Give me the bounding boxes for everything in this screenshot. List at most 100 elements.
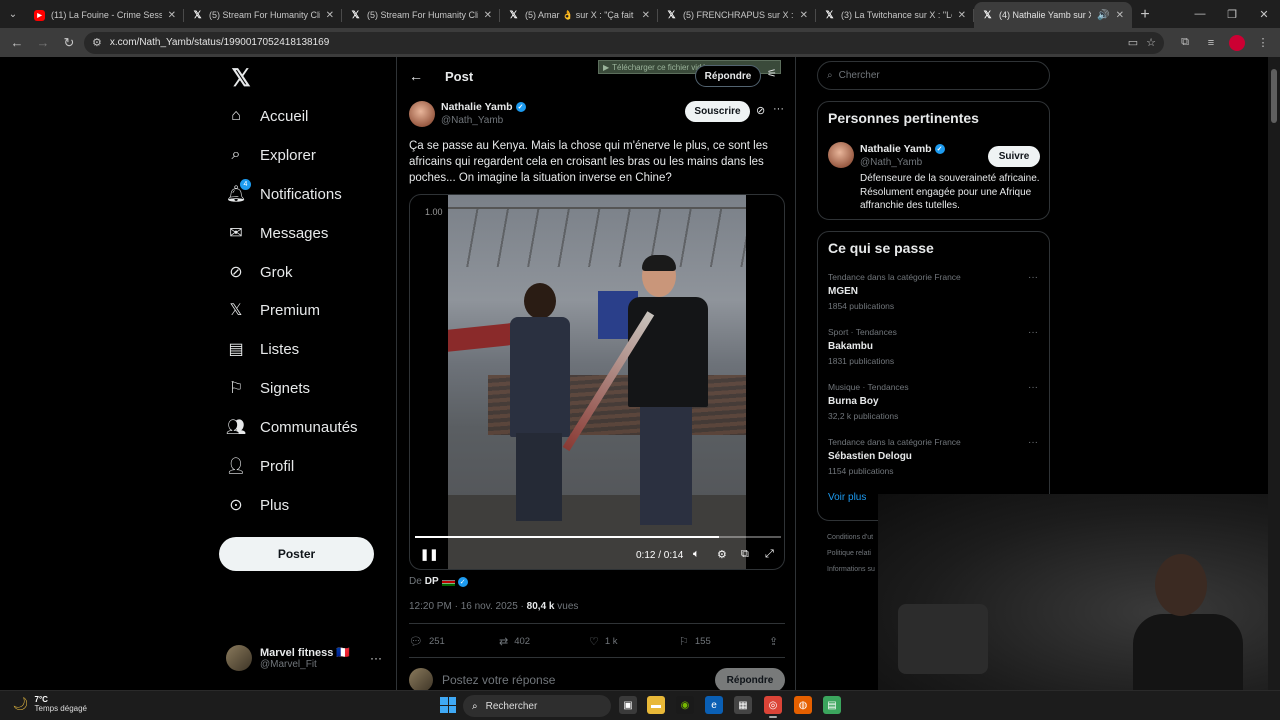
speaker-icon[interactable]: 🔊: [1097, 10, 1109, 21]
back-icon[interactable]: ←: [6, 32, 28, 54]
video-player[interactable]: 1.00 ❚❚ 0:12 / 0:14 🔈︎ ⚙ ⧉ ⤢: [409, 194, 785, 570]
trend-item[interactable]: Sport · Tendances Bakambu 1831 publicati…: [828, 327, 1042, 373]
share-action[interactable]: ⇪: [769, 633, 778, 649]
omnibox[interactable]: ⚙ x.com/Nath_Yamb/status/199001705241813…: [84, 31, 1164, 54]
source-name[interactable]: DP: [425, 576, 439, 587]
post-button[interactable]: Poster: [219, 537, 374, 571]
reply-button[interactable]: Répondre: [715, 668, 785, 690]
volume-icon[interactable]: 🔈︎: [693, 548, 700, 561]
post-author[interactable]: Nathalie Yamb ✓ @Nath_Yamb: [409, 101, 526, 127]
bookmark-action[interactable]: ⚐ 155: [679, 633, 769, 649]
nav-item-more[interactable]: ⊙ Plus: [226, 492, 289, 518]
avatar[interactable]: [409, 101, 435, 127]
author-name[interactable]: Nathalie Yamb ✓: [441, 101, 526, 113]
forward-icon[interactable]: →: [32, 32, 54, 54]
bookmark-star-icon[interactable]: ☆: [1146, 36, 1156, 49]
more-icon[interactable]: ···: [773, 103, 784, 115]
close-icon[interactable]: ✕: [1116, 10, 1124, 21]
browser-tab[interactable]: 𝕏 (5) FRENCHRAPUS sur X : "🎨 ✕: [658, 2, 816, 28]
browser-tab[interactable]: 𝕏 (5) Amar 👌 sur X : "Ça fait des ✕: [500, 2, 658, 28]
chrome-icon[interactable]: ◎: [764, 696, 782, 718]
search-input[interactable]: ⌕ Chercher: [817, 61, 1050, 90]
back-arrow-icon[interactable]: ←: [409, 68, 423, 84]
tab-search-button[interactable]: ⌄: [0, 0, 26, 28]
trend-item[interactable]: Tendance dans la catégorie France MGEN 1…: [828, 272, 1042, 318]
firefox-icon[interactable]: ◍: [794, 696, 812, 714]
browser-tab[interactable]: 𝕏 (5) Stream For Humanity Clips ✕: [342, 2, 500, 28]
browser-tab-active[interactable]: 𝕏 (4) Nathalie Yamb sur X : "Ç 🔊 ✕: [974, 2, 1132, 28]
footer-link[interactable]: Conditions d'ut: [827, 530, 875, 546]
weather-widget[interactable]: 🌙︎ 7°C Temps dégagé: [12, 695, 87, 713]
reload-icon[interactable]: ↻: [58, 32, 80, 54]
more-icon[interactable]: ···: [1028, 382, 1038, 393]
fullscreen-icon[interactable]: ⤢: [765, 548, 774, 561]
nav-item-home[interactable]: ⌂ Accueil: [226, 103, 308, 129]
cast-icon[interactable]: ▭: [1128, 36, 1138, 49]
more-icon[interactable]: ···: [1028, 327, 1038, 338]
follow-button[interactable]: Suivre: [988, 146, 1040, 167]
nav-item-messages[interactable]: ✉ Messages: [226, 220, 328, 246]
person-name[interactable]: Nathalie Yamb ✓: [860, 143, 945, 155]
like-action[interactable]: ♡ 1 k: [589, 633, 679, 649]
file-explorer-icon[interactable]: ▬: [647, 696, 665, 714]
close-icon[interactable]: ✕: [800, 10, 808, 21]
reply-action[interactable]: 💬︎ 251: [409, 633, 499, 649]
more-icon[interactable]: ···: [1028, 272, 1038, 283]
more-icon[interactable]: ···: [1028, 437, 1038, 448]
nav-item-profile[interactable]: 👤︎ Profil: [226, 453, 294, 479]
new-tab-button[interactable]: +: [1132, 2, 1158, 28]
close-icon[interactable]: ✕: [958, 10, 966, 21]
see-more-link[interactable]: Voir plus: [828, 492, 866, 503]
restore-icon[interactable]: ❐: [1216, 0, 1248, 28]
menu-icon[interactable]: ⋮: [1252, 32, 1274, 54]
nav-item-grok[interactable]: ⊘ Grok: [226, 259, 292, 285]
reading-list-icon[interactable]: ≡: [1200, 32, 1222, 54]
scrollbar-thumb[interactable]: [1271, 69, 1277, 123]
url-text[interactable]: x.com/Nath_Yamb/status/19900170524181381…: [110, 37, 1120, 48]
video-progress-bar[interactable]: [415, 536, 781, 538]
browser-tab[interactable]: 𝕏 (5) Stream For Humanity Clips ✕: [184, 2, 342, 28]
extensions-icon[interactable]: ⧉: [1174, 32, 1196, 54]
page-scrollbar[interactable]: [1268, 57, 1280, 690]
avatar[interactable]: [828, 142, 854, 168]
repost-action[interactable]: ⇄ 402: [499, 633, 589, 649]
store-icon[interactable]: ▦: [734, 696, 752, 714]
more-icon[interactable]: ···: [370, 651, 382, 665]
browser-tab[interactable]: ▶ (11) La Fouine - Crime Session ✕: [26, 2, 184, 28]
nav-item-notifications[interactable]: 🔔︎ 4 Notifications: [226, 179, 342, 207]
settings-sliders-icon[interactable]: ⚟: [767, 67, 777, 80]
reply-input[interactable]: Postez votre réponse: [442, 673, 555, 687]
subscribe-button[interactable]: Souscrire: [685, 101, 750, 122]
x-logo-icon[interactable]: 𝕏: [226, 63, 256, 93]
account-switcher[interactable]: Marvel fitness 🇫🇷 @Marvel_Fit ···: [226, 643, 386, 673]
trend-item[interactable]: Musique · Tendances Burna Boy 32,2 k pub…: [828, 382, 1042, 428]
picture-in-picture-icon[interactable]: ⧉: [741, 548, 749, 561]
nvidia-icon[interactable]: ◉: [676, 696, 694, 714]
browser-tab[interactable]: 𝕏 (3) La Twitchance sur X : "Le fai ✕: [816, 2, 974, 28]
author-handle[interactable]: @Nath_Yamb: [441, 115, 526, 126]
nav-item-communities[interactable]: 👥︎ Communautés: [226, 414, 358, 440]
close-window-icon[interactable]: ✕: [1248, 0, 1280, 28]
app-icon[interactable]: ▤: [823, 696, 841, 714]
minimize-icon[interactable]: —: [1184, 0, 1216, 28]
reply-button-top[interactable]: Répondre: [695, 65, 761, 87]
close-icon[interactable]: ✕: [642, 10, 650, 21]
post-timestamp[interactable]: 12:20 PM · 16 nov. 2025 ·: [409, 601, 527, 612]
close-icon[interactable]: ✕: [168, 10, 176, 21]
footer-link[interactable]: Politique relati: [827, 546, 875, 562]
pause-icon[interactable]: ❚❚: [420, 548, 438, 561]
grok-explain-icon[interactable]: ⊘: [756, 104, 765, 117]
windows-start-icon[interactable]: [440, 697, 456, 713]
nav-item-bookmarks[interactable]: ⚐ Signets: [226, 375, 310, 401]
close-icon[interactable]: ✕: [326, 10, 334, 21]
nav-item-lists[interactable]: ▤ Listes: [226, 336, 299, 362]
footer-link[interactable]: Informations su: [827, 562, 875, 578]
trend-item[interactable]: Tendance dans la catégorie France Sébast…: [828, 437, 1042, 483]
settings-gear-icon[interactable]: ⚙: [717, 548, 727, 561]
site-info-icon[interactable]: ⚙: [92, 36, 102, 49]
profile-icon[interactable]: [1226, 32, 1248, 54]
taskbar-search[interactable]: ⌕ Rechercher: [463, 695, 611, 717]
nav-item-explore[interactable]: ⌕ Explorer: [226, 142, 316, 168]
nav-item-premium[interactable]: 𝕏 Premium: [226, 297, 320, 323]
edge-icon[interactable]: e: [705, 696, 723, 714]
